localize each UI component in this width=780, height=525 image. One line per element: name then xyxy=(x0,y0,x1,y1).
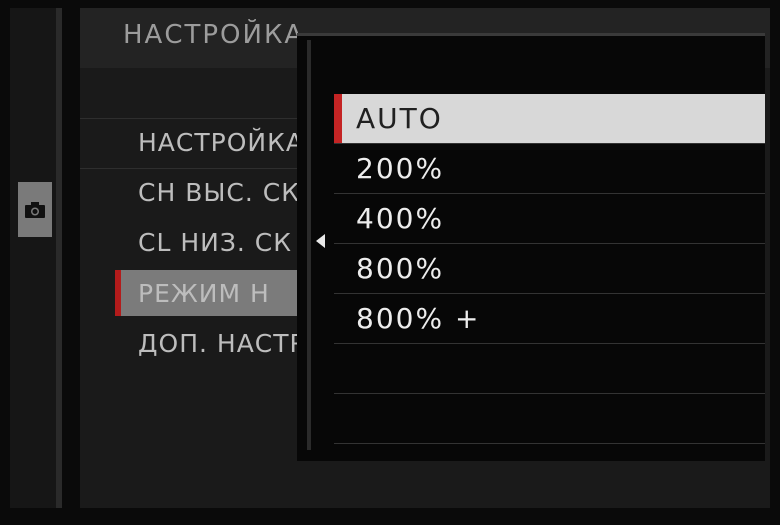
options-list: AUTO 200% 400% 800% 800% + xyxy=(334,94,765,444)
option-label: 800% + xyxy=(356,302,481,335)
option-800-plus[interactable]: 800% + xyxy=(334,294,765,344)
option-800[interactable]: 800% xyxy=(334,244,765,294)
menu-item-cl-low-speed[interactable]: CL НИЗ. СК xyxy=(138,228,292,257)
option-label: 800% xyxy=(356,252,445,285)
camera-screen: НАСТРОЙКА ПРИВОДА НАСТРОЙКА CH ВЫС. СК C… xyxy=(0,0,780,525)
option-label: 200% xyxy=(356,152,445,185)
option-200[interactable]: 200% xyxy=(334,144,765,194)
menu-item-ch-high-speed[interactable]: CH ВЫС. СК xyxy=(138,178,298,207)
menu-item-drive-setting[interactable]: НАСТРОЙКА xyxy=(138,128,298,157)
base-menu-visible-area: НАСТРОЙКА ПРИВОДА НАСТРОЙКА CH ВЫС. СК C… xyxy=(0,0,298,525)
option-label: AUTO xyxy=(356,102,443,135)
menu-row-divider xyxy=(80,68,298,119)
menu-item-extra-settings[interactable]: ДОП. НАСТР xyxy=(138,329,298,358)
option-auto[interactable]: AUTO xyxy=(334,94,765,144)
option-empty xyxy=(334,394,765,444)
page-title: НАСТРОЙКА ПРИВОДА xyxy=(123,20,298,50)
menu-item-mode[interactable]: РЕЖИМ Н xyxy=(138,279,270,308)
popup-edge xyxy=(307,40,311,450)
menu-selection-marker xyxy=(115,270,121,316)
option-label: 400% xyxy=(356,202,445,235)
option-400[interactable]: 400% xyxy=(334,194,765,244)
option-empty xyxy=(334,344,765,394)
back-arrow-icon[interactable] xyxy=(316,234,325,248)
